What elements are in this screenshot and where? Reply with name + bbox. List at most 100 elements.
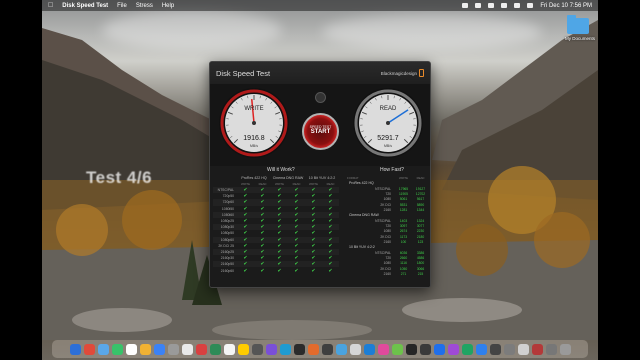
will-row-label: 2160p50 <box>220 262 234 267</box>
dock-app-icon[interactable] <box>419 343 431 355</box>
menu-help[interactable]: Help <box>162 3 174 9</box>
will-it-work-table: ProRes 422 HQ Cinema DNG RAW 10 Bit YUV … <box>213 176 339 274</box>
fast-row: 1080 2674 2230 <box>347 229 429 234</box>
check-icon: ✔ <box>328 187 333 194</box>
battery-icon[interactable] <box>488 3 495 8</box>
dock-app-icon[interactable] <box>111 343 123 355</box>
check-icon: ✔ <box>260 218 265 225</box>
check-icon: ✔ <box>277 242 282 249</box>
check-icon: ✔ <box>243 224 248 231</box>
fast-cell-w: 17965 <box>398 186 409 191</box>
dock-app-icon[interactable] <box>545 343 557 355</box>
dock-app-icon[interactable] <box>97 343 109 355</box>
dock-app-icon[interactable] <box>307 343 319 355</box>
dock-app-icon[interactable] <box>209 343 221 355</box>
dock-app-icon[interactable] <box>293 343 305 355</box>
fast-cell-res: 1080 <box>383 261 391 266</box>
dock-app-icon[interactable] <box>377 343 389 355</box>
will-row-label: 720p50 <box>222 194 234 199</box>
dock-app-icon[interactable] <box>489 343 501 355</box>
dock-app-icon[interactable] <box>335 343 347 355</box>
menu-file[interactable]: File <box>117 3 127 9</box>
dock-app-icon[interactable] <box>433 343 445 355</box>
settings-gear-button[interactable] <box>315 92 326 103</box>
dock-app-icon[interactable] <box>349 343 361 355</box>
menu-bar:  Disk Speed Test File Stress Help Fri D… <box>42 0 598 11</box>
check-icon: ✔ <box>260 242 265 249</box>
dock-app-icon[interactable] <box>139 343 151 355</box>
dock-app-icon[interactable] <box>475 343 487 355</box>
status-area: Fri Dec 10 7:56 PM <box>462 3 592 9</box>
fast-row: 2160 271 215 <box>347 271 429 276</box>
check-icon: ✔ <box>243 248 248 255</box>
check-icon: ✔ <box>311 255 316 262</box>
check-icon: ✔ <box>243 230 248 237</box>
menu-app-name[interactable]: Disk Speed Test <box>62 3 108 9</box>
check-icon: ✔ <box>260 193 265 200</box>
wifi-icon[interactable] <box>501 3 508 8</box>
dock-app-icon[interactable] <box>265 343 277 355</box>
fast-cell-w: 1050 <box>399 266 408 271</box>
dock-app-icon[interactable] <box>223 343 235 355</box>
will-row-label: 2160p60 <box>220 268 234 273</box>
will-it-work-title: Will it Work? <box>267 167 295 173</box>
speed-test-start-button[interactable]: SPEED TEST START <box>302 113 339 150</box>
write-gauge: WRITE 1916.8 MB/s <box>218 87 290 159</box>
check-icon: ✔ <box>243 267 248 274</box>
fast-cell-r: 123 <box>417 240 424 245</box>
dock-app-icon[interactable] <box>181 343 193 355</box>
fast-cell-w: 2674 <box>399 229 408 234</box>
dock-app-icon[interactable] <box>167 343 179 355</box>
menu-clock[interactable]: Fri Dec 10 7:56 PM <box>540 3 592 9</box>
check-icon: ✔ <box>260 205 265 212</box>
status-icon-2[interactable] <box>475 3 482 8</box>
dock-app-icon[interactable] <box>321 343 333 355</box>
apple-menu-icon[interactable]:  <box>48 2 53 9</box>
dock-app-icon[interactable] <box>153 343 165 355</box>
how-fast-title: How Fast? <box>380 167 404 173</box>
desktop-folder-my-documents[interactable]: My Documents <box>565 15 595 41</box>
dock-app-icon[interactable] <box>251 343 263 355</box>
fast-row: 720 3097 3077 <box>347 223 429 228</box>
dock-app-icon[interactable] <box>503 343 515 355</box>
control-center-icon[interactable] <box>527 3 534 8</box>
will-row-label: 720p60 <box>222 200 234 205</box>
dock-app-icon[interactable] <box>83 343 95 355</box>
will-row-label: NTSC/PAL <box>217 188 234 193</box>
fast-row: 1080 5061 5617 <box>347 197 429 202</box>
dock-app-icon[interactable] <box>405 343 417 355</box>
will-row-label: 2K DCI 25 <box>218 243 234 248</box>
write-label: WRITE <box>244 106 264 112</box>
check-icon: ✔ <box>260 199 265 206</box>
fast-cell-w: 2660 <box>399 255 408 260</box>
dock-app-icon[interactable] <box>195 343 207 355</box>
search-icon[interactable] <box>514 3 521 8</box>
check-icon: ✔ <box>328 261 333 268</box>
menu-stress[interactable]: Stress <box>136 3 153 9</box>
dock-app-icon[interactable] <box>531 343 543 355</box>
check-icon: ✔ <box>277 199 282 206</box>
check-icon: ✔ <box>328 236 333 243</box>
check-icon: ✔ <box>294 211 299 218</box>
dock-app-icon[interactable] <box>461 343 473 355</box>
dock-app-icon[interactable] <box>279 343 291 355</box>
dock-app-icon[interactable] <box>69 343 81 355</box>
check-icon: ✔ <box>328 224 333 231</box>
fast-write-header: WRITE <box>398 176 408 180</box>
dock-app-icon[interactable] <box>517 343 529 355</box>
dock-app-icon[interactable] <box>559 343 571 355</box>
fast-cell-res: 2160 <box>383 208 391 213</box>
fast-row: NTSC/PAL 1403 1324 <box>347 218 429 223</box>
read-unit: MB/s <box>384 144 392 148</box>
dock-app-icon[interactable] <box>391 343 403 355</box>
dock-app-icon[interactable] <box>447 343 459 355</box>
check-icon: ✔ <box>277 230 282 237</box>
fast-cell-res: 2160 <box>383 272 391 277</box>
status-icon-1[interactable] <box>462 3 469 8</box>
dock-app-icon[interactable] <box>363 343 375 355</box>
check-icon: ✔ <box>311 218 316 225</box>
fast-cell-w: 6036 <box>399 250 408 255</box>
dock-app-icon[interactable] <box>237 343 249 355</box>
dock-app-icon[interactable] <box>125 343 137 355</box>
window-title-bar[interactable]: Disk Speed Test Blackmagicdesign <box>210 62 430 84</box>
